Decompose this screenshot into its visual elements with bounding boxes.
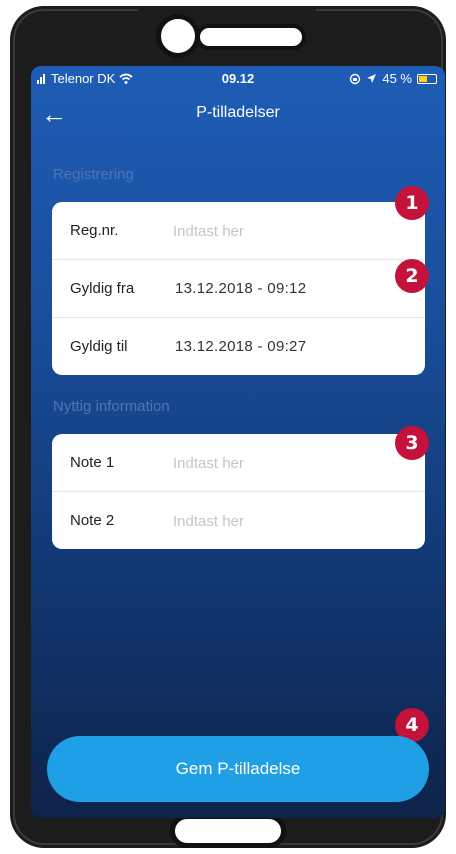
section-title-registrering: Registrering <box>53 166 134 183</box>
home-button <box>170 814 286 848</box>
status-bar: Telenor DK 09.12 45 % <box>31 66 445 90</box>
registrering-card: Reg.nr. Gyldig fra 13.12.2018 - 09:12 Gy… <box>52 202 425 375</box>
location-icon <box>367 74 377 83</box>
gyldig-til-value[interactable]: 13.12.2018 - 09:27 <box>175 338 306 355</box>
reg-nr-label: Reg.nr. <box>70 222 119 239</box>
app-screen: Telenor DK 09.12 45 % ← P-tilladelser Re… <box>31 66 445 818</box>
navigation-bar: ← P-tilladelser <box>31 96 445 132</box>
callout-badge-3: 3 <box>395 426 429 460</box>
note-1-label: Note 1 <box>70 454 115 471</box>
reg-nr-row[interactable]: Reg.nr. <box>52 202 425 260</box>
note-1-input[interactable] <box>171 448 415 478</box>
note-2-row[interactable]: Note 2 <box>52 492 425 549</box>
note-1-row[interactable]: Note 1 <box>52 434 425 492</box>
battery-percent: 45 % <box>382 71 412 86</box>
nyttig-information-card: Note 1 Note 2 <box>52 434 425 549</box>
earpiece-speaker <box>196 24 306 50</box>
battery-icon <box>417 73 437 84</box>
phone-frame: Telenor DK 09.12 45 % ← P-tilladelser Re… <box>10 6 446 848</box>
gyldig-til-row[interactable]: Gyldig til 13.12.2018 - 09:27 <box>52 318 425 375</box>
rotation-lock-icon <box>350 73 361 84</box>
front-camera <box>156 14 200 58</box>
status-right: 45 % <box>349 71 437 86</box>
callout-badge-2: 2 <box>395 259 429 293</box>
gyldig-til-label: Gyldig til <box>70 338 128 355</box>
section-title-nyttig-information: Nyttig information <box>53 398 170 415</box>
note-2-label: Note 2 <box>70 512 115 529</box>
save-permit-button[interactable]: Gem P-tilladelse <box>47 736 429 802</box>
gyldig-fra-row[interactable]: Gyldig fra 13.12.2018 - 09:12 <box>52 260 425 318</box>
reg-nr-input[interactable] <box>171 216 415 246</box>
note-2-input[interactable] <box>171 506 415 536</box>
gyldig-fra-value[interactable]: 13.12.2018 - 09:12 <box>175 280 306 297</box>
callout-badge-1: 1 <box>395 186 429 220</box>
page-title: P-tilladelser <box>196 104 280 121</box>
gyldig-fra-label: Gyldig fra <box>70 280 135 297</box>
